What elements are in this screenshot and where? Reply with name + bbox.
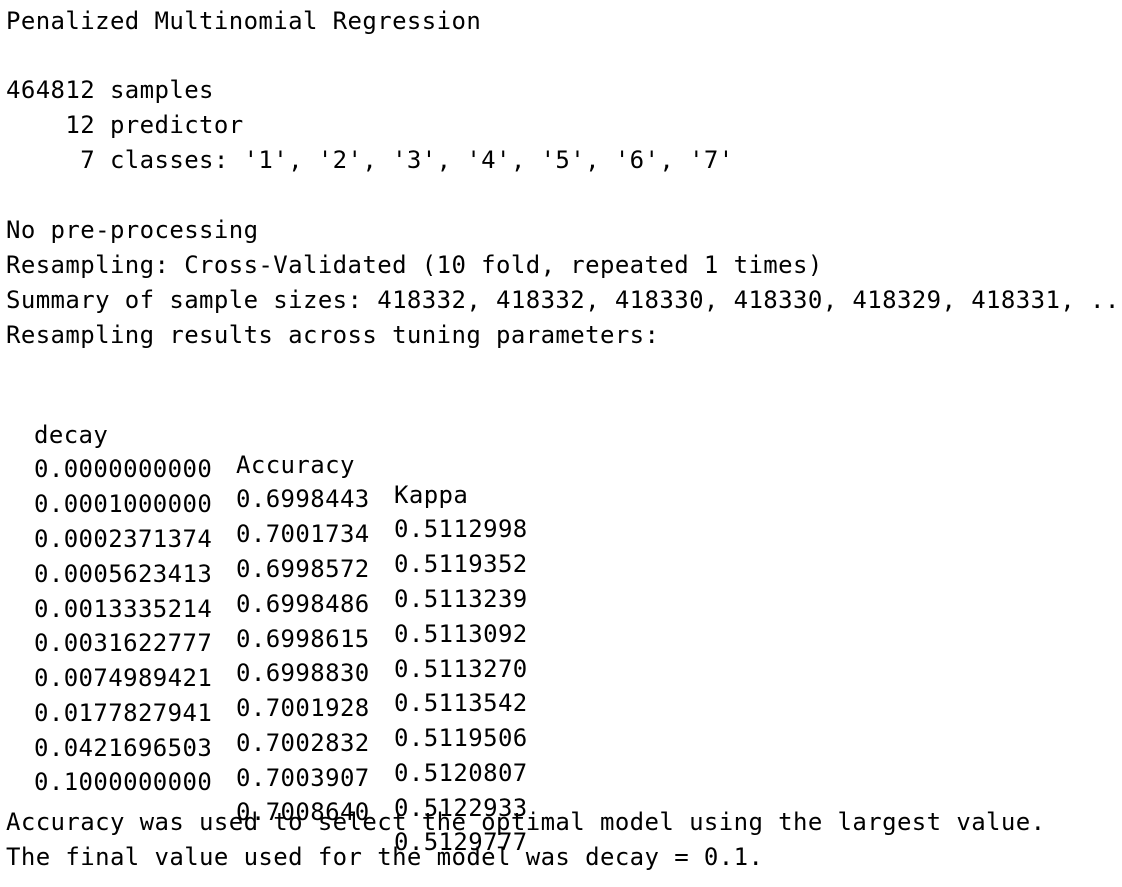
table-row: 0.0005623413 0.6998486 0.5113092 [0,529,527,648]
final-value-note: The final value used for the model was d… [6,843,764,871]
table-row: 0.0031622777 0.6998830 0.5113542 [0,598,527,717]
table-row: 0.1000000000 0.7008640 0.5129777 [0,737,527,856]
accuracy-cell: 0.7001734 [236,520,370,548]
column-header-accuracy: Accuracy [236,451,355,479]
table-row: 0.0421696503 0.7003907 0.5122933 [0,703,527,822]
table-header-row: decay Accuracy Kappa [0,390,468,509]
kappa-cell: 0.5120807 [394,759,528,787]
table-row: 0.0013335214 0.6998615 0.5113270 [0,564,527,683]
accuracy-cell: 0.7003907 [236,764,370,792]
samples-count: 464812 samples [6,76,214,104]
kappa-cell: 0.5119506 [394,724,528,752]
sample-sizes-summary: Summary of sample sizes: 418332, 418332,… [6,286,1122,314]
decay-cell: 0.1000000000 [34,768,213,796]
kappa-cell: 0.5112998 [394,515,528,543]
accuracy-cell: 0.6998443 [236,485,370,513]
predictors-count: 12 predictor [6,111,244,139]
kappa-cell: 0.5113092 [394,620,528,648]
table-row: 0.0177827941 0.7002832 0.5120807 [0,668,527,787]
kappa-cell: 0.5119352 [394,550,528,578]
accuracy-cell: 0.7002832 [236,729,370,757]
kappa-cell: 0.5113239 [394,585,528,613]
column-header-kappa: Kappa [394,481,469,509]
accuracy-cell: 0.6998615 [236,625,370,653]
selection-note: Accuracy was used to select the optimal … [6,808,1046,836]
classes-list: 7 classes: '1', '2', '3', '4', '5', '6',… [6,146,734,174]
resampling-info: Resampling: Cross-Validated (10 fold, re… [6,251,823,279]
results-header: Resampling results across tuning paramet… [6,321,660,349]
accuracy-cell: 0.6998572 [236,555,370,583]
table-row: 0.0000000000 0.6998443 0.5112998 [0,424,527,543]
table-row: 0.0074989421 0.7001928 0.5119506 [0,633,527,752]
accuracy-cell: 0.6998486 [236,590,370,618]
accuracy-cell: 0.7001928 [236,694,370,722]
preprocessing-info: No pre-processing [6,216,259,244]
table-row: 0.0002371374 0.6998572 0.5113239 [0,494,527,613]
console-output: Penalized Multinomial Regression 464812 … [0,0,1122,880]
kappa-cell: 0.5113270 [394,655,528,683]
kappa-cell: 0.5113542 [394,689,528,717]
table-row: 0.0001000000 0.7001734 0.5119352 [0,459,527,578]
accuracy-cell: 0.6998830 [236,659,370,687]
model-title: Penalized Multinomial Regression [6,7,482,35]
